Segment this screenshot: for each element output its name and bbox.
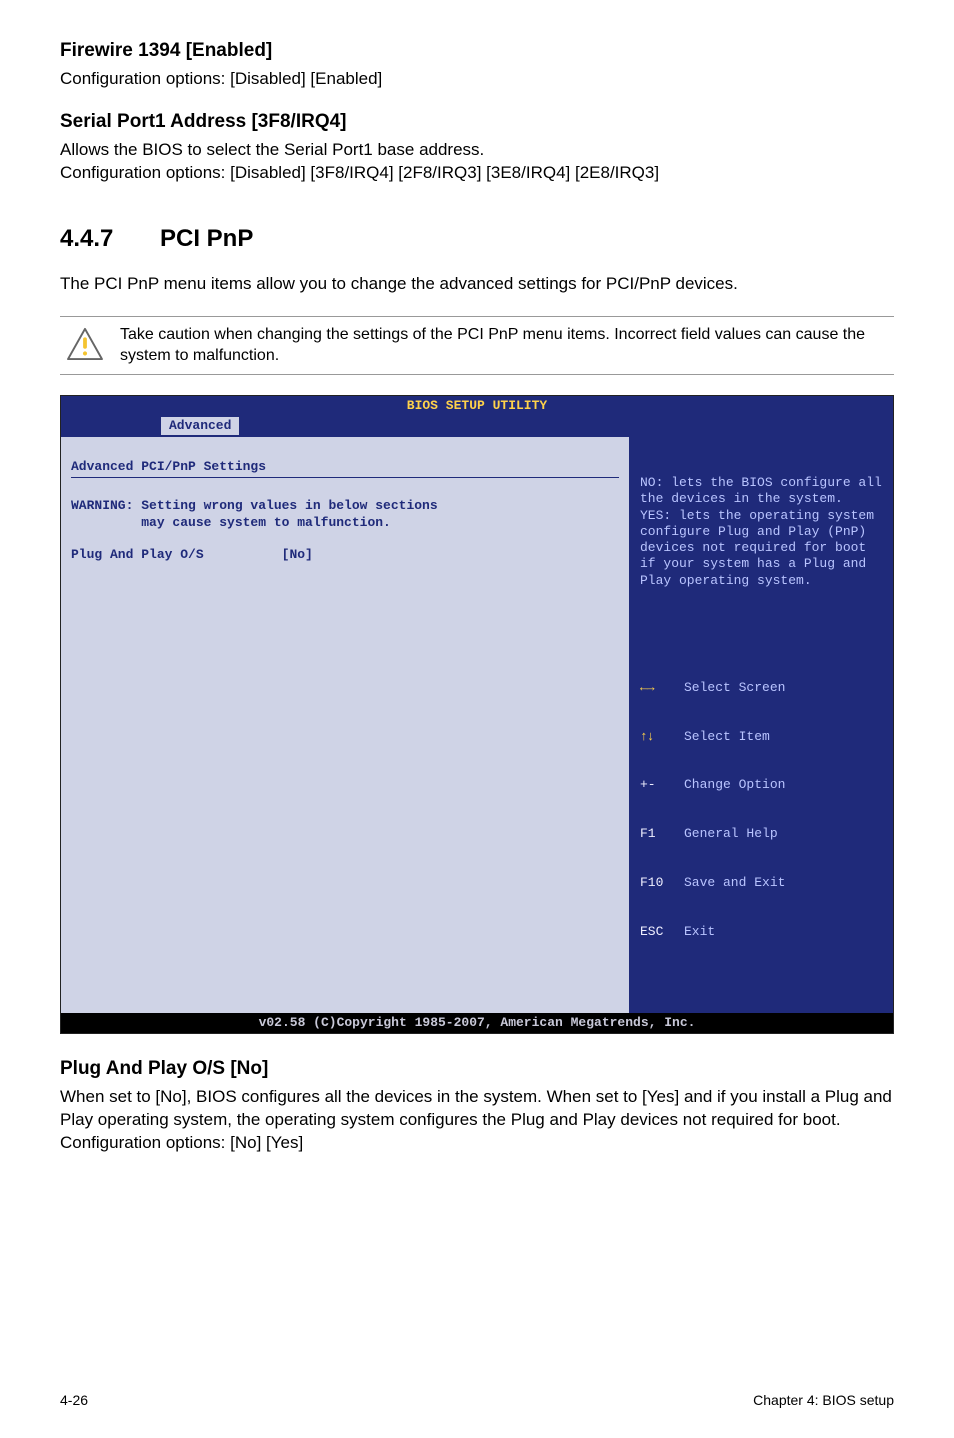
bios-tab-advanced[interactable]: Advanced (161, 417, 239, 435)
legend-general-help-label: General Help (684, 826, 885, 842)
bios-title: BIOS SETUP UTILITY (61, 396, 893, 416)
arrow-left-right-icon: ←→ (640, 680, 654, 695)
legend-exit-label: Exit (684, 924, 885, 940)
legend-exit: ESC Exit (640, 924, 885, 940)
legend-save-exit: F10 Save and Exit (640, 875, 885, 891)
bios-help-text: NO: lets the BIOS configure all the devi… (640, 475, 885, 589)
pcipnp-number: 4.4.7 (60, 225, 160, 253)
caution-icon (60, 325, 110, 361)
legend-select-screen-label: Select Screen (684, 680, 885, 696)
bios-tab-row: Advanced (61, 417, 893, 437)
bios-panel-title: Advanced PCI/PnP Settings (71, 459, 619, 478)
legend-save-exit-key: F10 (640, 875, 684, 891)
chapter-label: Chapter 4: BIOS setup (753, 1392, 894, 1408)
legend-save-exit-label: Save and Exit (684, 875, 885, 891)
bios-left-pane: Advanced PCI/PnP Settings WARNING: Setti… (61, 437, 630, 1013)
bios-setting-value: [No] (282, 547, 313, 562)
firewire-heading: Firewire 1394 [Enabled] (60, 40, 894, 62)
bios-legend: ←→ Select Screen ↑↓ Select Item +- Chang… (640, 647, 885, 972)
bios-footer: v02.58 (C)Copyright 1985-2007, American … (61, 1013, 893, 1033)
pcipnp-intro: The PCI PnP menu items allow you to chan… (60, 273, 894, 296)
legend-general-help-key: F1 (640, 826, 684, 842)
bios-setting-label: Plug And Play O/S (71, 547, 204, 562)
caution-text: Take caution when changing the settings … (110, 325, 894, 367)
legend-exit-key: ESC (640, 924, 684, 940)
bios-setting-row[interactable]: Plug And Play O/S [No] (71, 547, 313, 562)
bios-warning-line1: WARNING: Setting wrong values in below s… (71, 498, 438, 513)
firewire-text: Configuration options: [Disabled] [Enabl… (60, 68, 894, 91)
pcipnp-title: PCI PnP (160, 225, 253, 252)
bios-warning-line2: may cause system to malfunction. (71, 515, 391, 530)
page-footer: 4-26 Chapter 4: BIOS setup (60, 1392, 894, 1408)
legend-change-option: +- Change Option (640, 777, 885, 793)
bios-right-pane: NO: lets the BIOS configure all the devi… (630, 437, 893, 1013)
arrow-up-down-icon: ↑↓ (640, 729, 654, 744)
legend-change-option-label: Change Option (684, 777, 885, 793)
caution-block: Take caution when changing the settings … (60, 316, 894, 376)
serial-text: Allows the BIOS to select the Serial Por… (60, 139, 894, 185)
serial-heading: Serial Port1 Address [3F8/IRQ4] (60, 111, 894, 133)
legend-select-item-label: Select Item (684, 729, 885, 745)
pcipnp-heading: 4.4.7PCI PnP (60, 225, 894, 253)
plugplay-heading: Plug And Play O/S [No] (60, 1058, 894, 1080)
page-number: 4-26 (60, 1392, 88, 1408)
bios-panel: BIOS SETUP UTILITY Advanced Advanced PCI… (60, 395, 894, 1034)
plugplay-text: When set to [No], BIOS configures all th… (60, 1086, 894, 1155)
legend-change-option-key: +- (640, 777, 684, 793)
legend-select-screen: ←→ Select Screen (640, 680, 885, 696)
legend-general-help: F1 General Help (640, 826, 885, 842)
legend-select-item: ↑↓ Select Item (640, 729, 885, 745)
